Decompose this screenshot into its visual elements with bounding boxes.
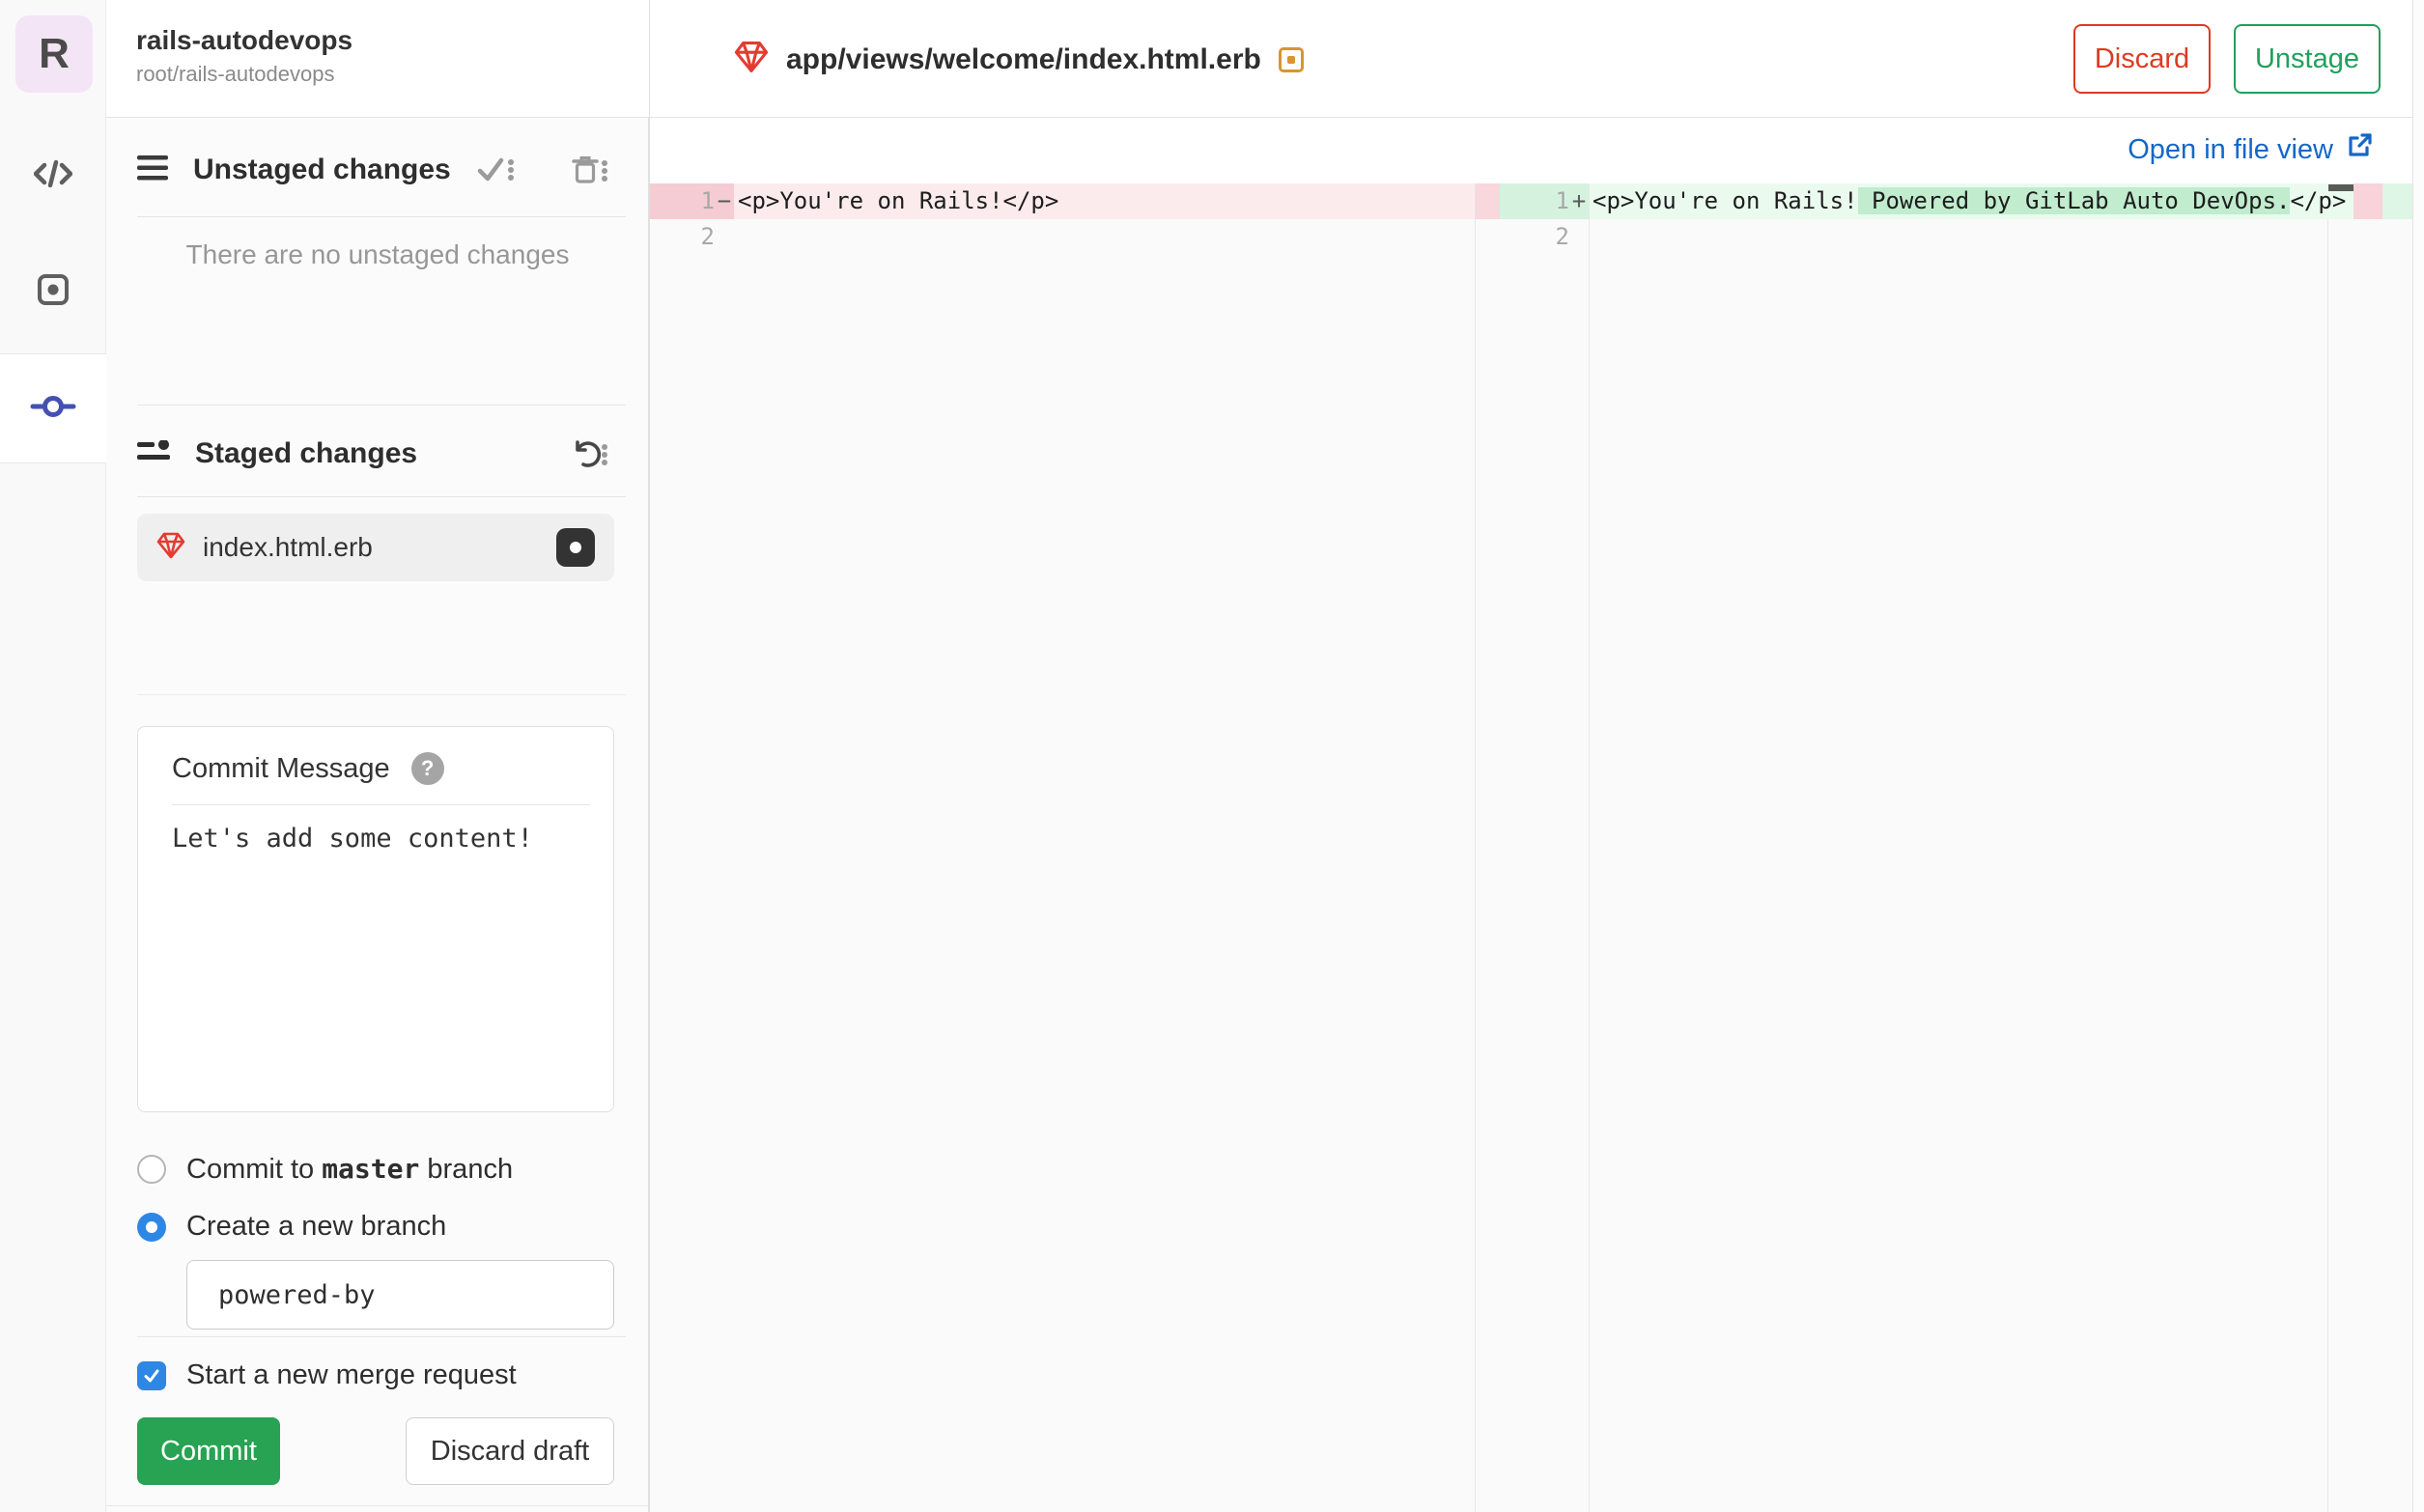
- unstage-button[interactable]: Unstage: [2234, 24, 2381, 94]
- checkbox-checked: [137, 1360, 166, 1390]
- staged-file-row[interactable]: index.html.erb: [137, 514, 614, 581]
- header-border: [106, 117, 2412, 118]
- unstage-all-button[interactable]: [570, 438, 608, 469]
- radio-selected: [137, 1212, 166, 1242]
- page-scrollbar[interactable]: [2412, 0, 2424, 1512]
- divider: [137, 405, 626, 406]
- stage-all-button[interactable]: [477, 156, 516, 183]
- start-merge-request-option[interactable]: Start a new merge request: [137, 1359, 517, 1391]
- code-icon: [33, 157, 72, 195]
- staged-section-header: Staged changes: [137, 423, 630, 485]
- editor-scrollbar-thumb[interactable]: [2328, 184, 2354, 191]
- editor-header: app/views/welcome/index.html.erb Discard…: [649, 0, 2412, 117]
- unstaged-empty-message: There are no unstaged changes: [185, 239, 570, 269]
- ruby-icon: [156, 532, 185, 564]
- right-gutter-line-1: 1 +: [1500, 183, 1589, 219]
- create-new-branch-label: Create a new branch: [186, 1211, 447, 1242]
- commit-message-label: Commit Message: [172, 752, 390, 784]
- hamburger-icon: [137, 154, 168, 185]
- unstaged-section-header: Unstaged changes: [137, 139, 630, 201]
- commit-sidebar: Unstaged changes There are no unstaged c…: [106, 118, 649, 1512]
- scrollbar-border: [2327, 219, 2328, 1512]
- modified-status-badge: [556, 528, 595, 567]
- discard-all-button[interactable]: [572, 155, 608, 184]
- staged-file-name: index.html.erb: [203, 532, 373, 562]
- project-header: rails-autodevops root/rails-autodevops: [106, 0, 649, 118]
- commit-button[interactable]: Commit: [137, 1417, 280, 1485]
- ruby-icon: [734, 41, 769, 78]
- added-word-highlight: Powered by GitLab Auto DevOps.: [1857, 187, 2291, 214]
- staged-list-icon: [137, 438, 170, 468]
- divider: [137, 496, 626, 497]
- overview-removed-mark: [2354, 183, 2382, 219]
- divider: [137, 1336, 626, 1337]
- activity-rail: [0, 0, 106, 1512]
- unstaged-title: Unstaged changes: [193, 154, 451, 185]
- commit-message-input[interactable]: Let's add some content!: [172, 824, 533, 854]
- open-in-file-view-link[interactable]: Open in file view: [2128, 131, 2374, 168]
- open-file-path: app/views/welcome/index.html.erb: [786, 42, 1261, 75]
- changed-indicator-icon: [1278, 46, 1304, 72]
- divider: [137, 216, 626, 217]
- divider: [137, 694, 626, 695]
- start-merge-request-label: Start a new merge request: [186, 1359, 517, 1390]
- discard-button[interactable]: Discard: [2073, 24, 2211, 94]
- discard-draft-button[interactable]: Discard draft: [406, 1417, 614, 1485]
- radio-unselected: [137, 1155, 166, 1184]
- gutter-border: [1589, 183, 1590, 1512]
- rail-item-edit[interactable]: [0, 127, 105, 224]
- side-by-side-diff: 1− <p>You're on Rails!</p> 2 1 + <p>You'r…: [649, 183, 2412, 1512]
- removed-line[interactable]: <p>You're on Rails!</p>: [734, 183, 1475, 219]
- left-empty-line[interactable]: [734, 219, 1475, 255]
- left-overview-removed-mark: [1476, 183, 1500, 219]
- review-icon: [37, 273, 70, 311]
- project-namespace: root/rails-autodevops: [136, 62, 335, 86]
- right-gutter-line-2: 2: [1555, 223, 1569, 250]
- sidebar-editor-divider: [649, 0, 650, 1512]
- added-line[interactable]: <p>You're on Rails! Powered by GitLab Au…: [1589, 183, 2354, 219]
- divider: [172, 804, 590, 805]
- commit-icon: [30, 394, 76, 424]
- project-name: rails-autodevops: [136, 25, 353, 55]
- left-gutter-line-1: 1−: [649, 183, 734, 219]
- panel-bottom-border: [106, 1505, 649, 1506]
- left-gutter-line-2: 2: [700, 223, 715, 250]
- project-avatar: R: [15, 15, 93, 93]
- master-branch-name: master: [322, 1153, 420, 1185]
- external-link-icon: [2345, 131, 2374, 168]
- branch-name-input[interactable]: powered-by: [186, 1260, 614, 1330]
- rail-item-commit[interactable]: [0, 353, 106, 463]
- staged-title: Staged changes: [195, 437, 418, 469]
- right-empty-line[interactable]: [1589, 219, 2354, 255]
- commit-to-branch-option[interactable]: Commit to master branch: [137, 1153, 513, 1186]
- help-icon[interactable]: ?: [410, 752, 444, 785]
- commit-to-branch-label: Commit to master branch: [186, 1153, 514, 1185]
- create-new-branch-option[interactable]: Create a new branch: [137, 1211, 446, 1243]
- pane-divider: [1475, 183, 1476, 1512]
- rail-item-review[interactable]: [0, 243, 105, 340]
- diff-toolbar: Open in file view: [649, 118, 2412, 183]
- overview-added-mark: [2382, 183, 2412, 219]
- commit-message-box[interactable]: Commit Message ? Let's add some content!: [137, 726, 614, 1112]
